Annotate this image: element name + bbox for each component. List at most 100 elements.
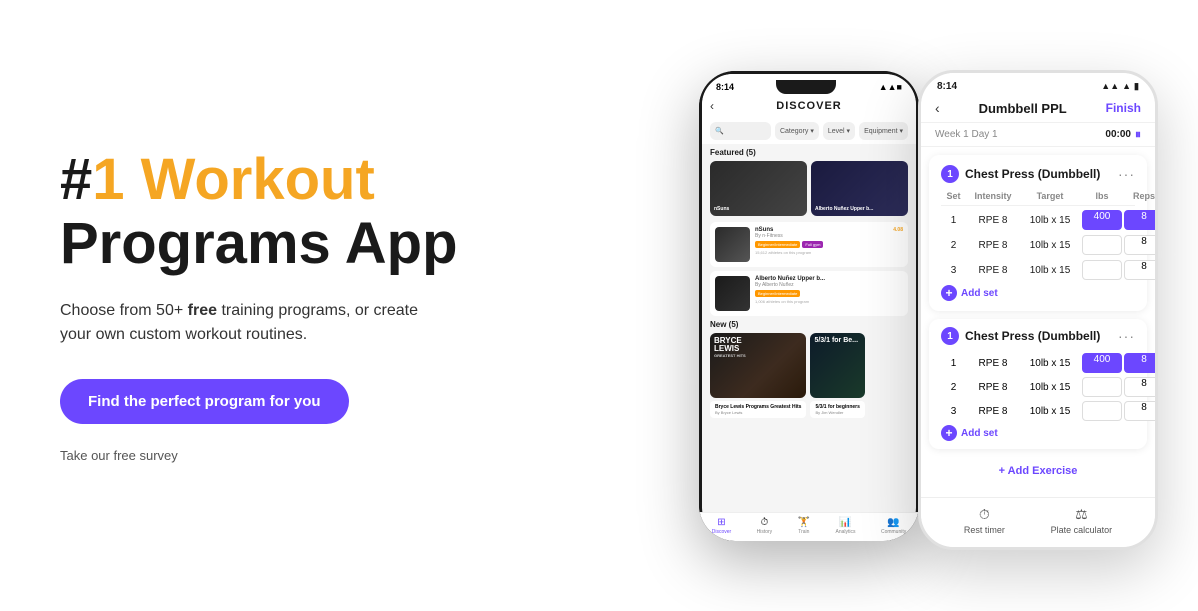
- add-set-button[interactable]: + Add set: [941, 285, 1135, 301]
- mini-set-1: 1 RPE 8 10lb x 15 400 8 ✓: [941, 353, 1135, 373]
- ms2-num: 2: [941, 382, 966, 393]
- set-reps-1[interactable]: 8: [1124, 210, 1158, 230]
- exercise-more-button[interactable]: ···: [1118, 166, 1135, 182]
- plate-calc-action[interactable]: ⚖ Plate calculator: [1051, 506, 1113, 535]
- ms2-lbs[interactable]: [1082, 377, 1122, 397]
- cta-button[interactable]: Find the perfect program for you: [60, 379, 349, 424]
- add-set-button-2[interactable]: + Add set: [941, 425, 1135, 441]
- ms3-int: RPE 8: [968, 406, 1018, 417]
- level-filter[interactable]: Level ▾: [823, 122, 855, 140]
- new-card-text-2: 5/3/1 for Be...: [810, 333, 862, 348]
- nav-analytics[interactable]: 📊 Analytics: [836, 517, 856, 535]
- new-card-bg-1: BRYCELEWIS GREATEST HITS: [710, 333, 806, 398]
- prog-tags-1: Beginner/Intermediate Full gym: [755, 241, 888, 248]
- featured-section-title: Featured (5): [710, 148, 908, 157]
- ms3-reps[interactable]: 8: [1124, 401, 1158, 421]
- battery-icon: ▮: [1134, 81, 1139, 92]
- main-headline: #1 Workout Programs App: [60, 148, 460, 276]
- new-prog-author-2: By Jim Wendler: [815, 410, 859, 415]
- prog-stats-1: 15,612 athletes on this program: [755, 250, 888, 255]
- nav-community[interactable]: 👥 Community: [881, 517, 906, 535]
- ms1-num: 1: [941, 358, 966, 369]
- nav-analytics-label: Analytics: [836, 529, 856, 535]
- headline-number: 1: [92, 147, 124, 212]
- tag-full-gym: Full gym: [802, 241, 823, 248]
- prog-thumb-2: [715, 276, 750, 311]
- status-bar: 8:14 ▲▲■: [702, 74, 916, 96]
- featured-card-2[interactable]: Alberto Nuñez Upper b...: [811, 161, 908, 216]
- discover-icon: ⊞: [717, 517, 725, 528]
- feat-card-1-title: nSuns: [714, 206, 729, 212]
- pause-button[interactable]: ⏸: [1135, 127, 1141, 142]
- new-section-title: New (5): [710, 320, 908, 329]
- feat-card-2-title: Alberto Nuñez Upper b...: [815, 206, 873, 212]
- workout-status-bar: 8:14 ▲▲ ▲ ▮: [921, 73, 1155, 94]
- category-filter[interactable]: Category ▾: [775, 122, 819, 140]
- train-icon: 🏋: [798, 517, 810, 528]
- workout-week-bar: Week 1 Day 1 00:00 ⏸: [921, 123, 1155, 147]
- exercise-more-2[interactable]: ···: [1118, 328, 1135, 344]
- nav-train[interactable]: 🏋 Train: [798, 517, 810, 535]
- set-lbs-2[interactable]: [1082, 235, 1122, 255]
- new-section: New (5) BRYCELEWIS GREATEST HITS: [710, 320, 908, 418]
- program-list-item-1[interactable]: nSuns By n·Fitness Beginner/Intermediate…: [710, 222, 908, 267]
- sets-table: Set Intensity Target lbs Reps 1 RPE 8 10…: [941, 191, 1135, 280]
- phone-workout: 8:14 ▲▲ ▲ ▮ ‹ Dumbbell PPL Finish Week 1…: [918, 70, 1158, 550]
- add-set-label: Add set: [961, 288, 998, 299]
- col-intensity: Intensity: [968, 191, 1018, 201]
- workout-finish-button[interactable]: Finish: [1106, 101, 1141, 115]
- ms3-tgt: 10lb x 15: [1020, 406, 1080, 417]
- sets-header: Set Intensity Target lbs Reps: [941, 191, 1135, 206]
- add-exercise-button[interactable]: + Add Exercise: [921, 457, 1155, 485]
- new-card-2[interactable]: 5/3/1 for Be... 5/3/1 for beginners By J…: [810, 333, 864, 418]
- set-reps-3[interactable]: 8: [1124, 260, 1158, 280]
- new-card-1[interactable]: BRYCELEWIS GREATEST HITS Bryce Lewis Pro…: [710, 333, 806, 418]
- discover-title: DISCOVER: [776, 100, 841, 112]
- prog-tags-2: Beginner/Intermediate: [755, 290, 903, 297]
- rest-timer-label: Rest timer: [964, 525, 1005, 535]
- set-target-3: 10lb x 15: [1020, 265, 1080, 276]
- nav-discover[interactable]: ⊞ Discover: [712, 517, 731, 535]
- new-prog-info-1: Bryce Lewis Programs Greatest Hits By Br…: [710, 401, 806, 418]
- phone-discover: 8:14 ▲▲■ ‹ DISCOVER 🔍 Category ▾ Level ▾: [699, 71, 919, 541]
- prog-info-2: Alberto Nuñez Upper b... By Alberto Nuñe…: [755, 276, 903, 304]
- equipment-filter[interactable]: Equipment ▾: [859, 122, 908, 140]
- prog-author-1: By n·Fitness: [755, 233, 888, 239]
- col-reps: Reps: [1124, 191, 1158, 201]
- status-icons: ▲▲■: [879, 82, 902, 92]
- ms2-reps[interactable]: 8: [1124, 377, 1158, 397]
- ms1-lbs[interactable]: 400: [1082, 353, 1122, 373]
- workout-back-button[interactable]: ‹: [935, 100, 940, 116]
- program-list-item-2[interactable]: Alberto Nuñez Upper b... By Alberto Nuñe…: [710, 271, 908, 316]
- search-icon: 🔍: [715, 127, 724, 135]
- search-bar[interactable]: 🔍: [710, 122, 771, 140]
- set-target-1: 10lb x 15: [1020, 215, 1080, 226]
- add-set-plus-icon-2: +: [941, 425, 957, 441]
- ms3-lbs[interactable]: [1082, 401, 1122, 421]
- survey-link[interactable]: Take our free survey: [60, 448, 460, 463]
- rest-timer-action[interactable]: ⏱ Rest timer: [964, 506, 1005, 535]
- discover-filters: 🔍 Category ▾ Level ▾ Equipment ▾: [702, 118, 916, 144]
- set-row-1: 1 RPE 8 10lb x 15 400 8 ✓: [941, 210, 1135, 230]
- new-prog-info-2: 5/3/1 for beginners By Jim Wendler: [810, 401, 864, 418]
- community-icon: 👥: [887, 517, 899, 528]
- prog-thumb-1: [715, 227, 750, 262]
- set-reps-2[interactable]: 8: [1124, 235, 1158, 255]
- set-intensity-3: RPE 8: [968, 265, 1018, 276]
- nav-history[interactable]: ⏱ History: [757, 517, 773, 535]
- exercise-name: Chest Press (Dumbbell): [965, 167, 1118, 181]
- prog-author-2: By Alberto Nuñez: [755, 282, 903, 288]
- set-lbs-3[interactable]: [1082, 260, 1122, 280]
- workout-status-time: 8:14: [937, 81, 957, 92]
- set-lbs-1[interactable]: 400: [1082, 210, 1122, 230]
- ms1-reps[interactable]: 8: [1124, 353, 1158, 373]
- 531-title: 5/3/1 for Be...: [814, 337, 858, 344]
- set-target-2: 10lb x 15: [1020, 240, 1080, 251]
- exercise-name-2: Chest Press (Dumbbell): [965, 329, 1118, 343]
- bryce-name: BRYCELEWIS: [714, 337, 746, 353]
- discover-screen: 8:14 ▲▲■ ‹ DISCOVER 🔍 Category ▾ Level ▾: [699, 71, 919, 541]
- back-arrow[interactable]: ‹: [710, 99, 714, 113]
- featured-card-1[interactable]: nSuns: [710, 161, 807, 216]
- add-set-plus-icon: +: [941, 285, 957, 301]
- left-content: #1 Workout Programs App Choose from 50+ …: [60, 148, 480, 464]
